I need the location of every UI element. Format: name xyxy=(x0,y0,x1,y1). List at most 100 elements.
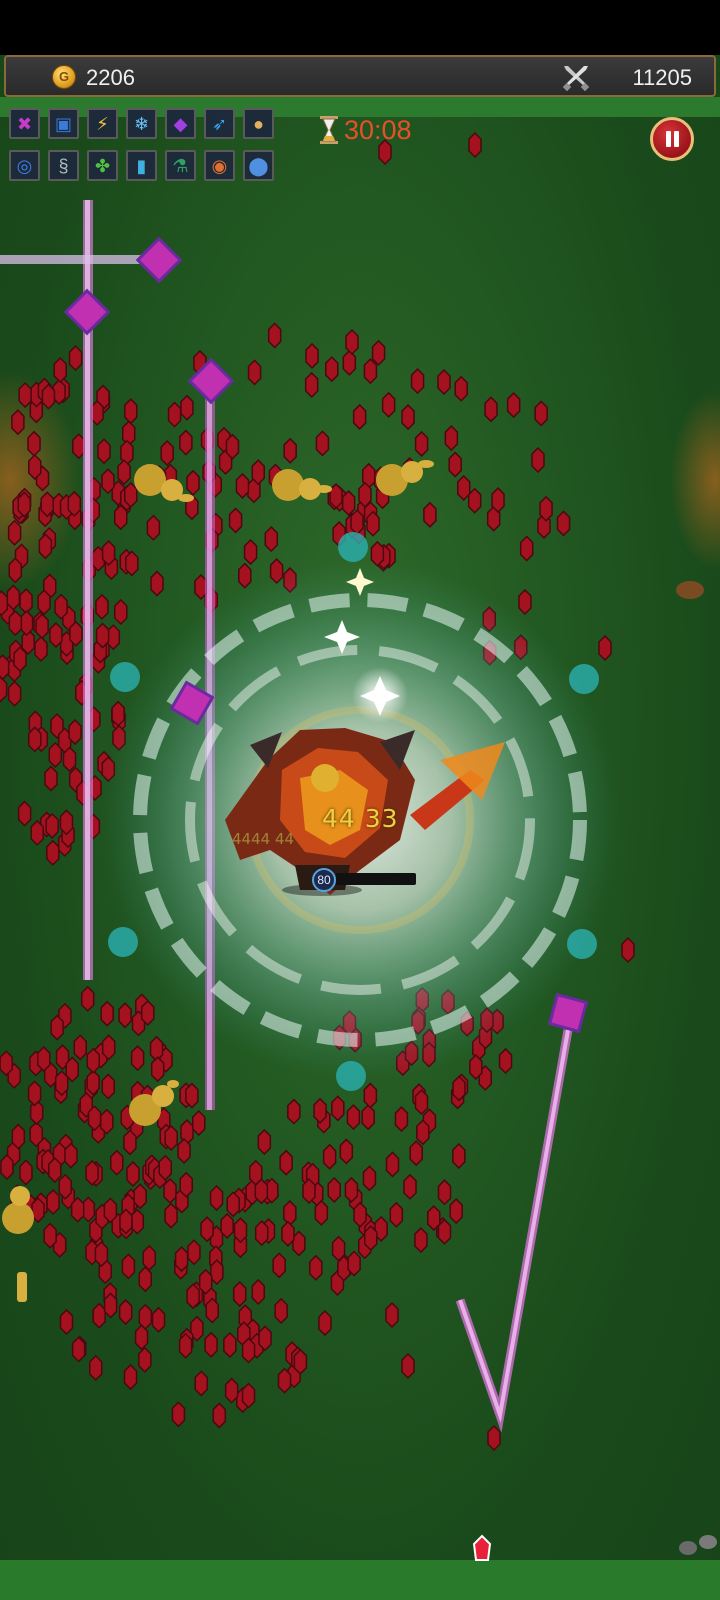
crossed-arrows-skill-icon: ✖ xyxy=(9,108,40,139)
experience-gem xyxy=(0,676,8,703)
experience-gem xyxy=(138,1346,152,1373)
experience-gem xyxy=(49,622,63,649)
experience-gem xyxy=(48,741,63,768)
experience-gem xyxy=(133,1183,147,1210)
critter-enemy xyxy=(676,581,704,599)
experience-gem xyxy=(125,550,139,577)
experience-gem xyxy=(341,490,356,517)
player-health-bar xyxy=(336,873,416,885)
blue-potion-item-icon: ⬤ xyxy=(243,150,274,181)
experience-gem xyxy=(174,1246,189,1273)
experience-gem xyxy=(178,1332,193,1359)
experience-gem xyxy=(11,1123,26,1150)
experience-gem xyxy=(363,358,378,385)
rock xyxy=(699,1535,717,1549)
experience-gem xyxy=(64,1142,78,1169)
experience-gem xyxy=(150,570,164,597)
experience-gem xyxy=(101,1073,115,1100)
experience-gem xyxy=(556,510,571,537)
experience-gem xyxy=(7,519,22,546)
experience-gem xyxy=(598,634,612,662)
magic-beam-bottom xyxy=(455,1029,573,1433)
hourglass-icon xyxy=(320,116,338,144)
experience-gem xyxy=(124,398,138,425)
fire-ring-item-icon: ◉ xyxy=(204,150,235,181)
experience-gem xyxy=(364,1224,378,1252)
experience-gem xyxy=(381,391,396,418)
gold-bar-pickup xyxy=(17,1272,27,1302)
serpent-item-icon: § xyxy=(48,150,79,181)
experience-gem xyxy=(467,487,482,514)
experience-gem xyxy=(484,396,498,423)
experience-gem xyxy=(362,1165,377,1192)
pause-button[interactable] xyxy=(650,117,694,161)
experience-gem xyxy=(223,1331,237,1359)
experience-gem xyxy=(225,433,240,460)
experience-gem xyxy=(45,812,59,839)
experience-gem xyxy=(123,1129,137,1156)
experience-gem xyxy=(164,1124,178,1151)
experience-gem xyxy=(117,459,131,486)
experience-gem xyxy=(371,339,386,366)
experience-gem xyxy=(448,451,462,478)
experience-gem xyxy=(70,1196,85,1223)
red-gem-pickup xyxy=(472,1534,492,1561)
ice-wing-skill-icon: ➶ xyxy=(204,108,235,139)
experience-gem xyxy=(123,481,138,509)
experience-gem xyxy=(272,1252,286,1279)
experience-gem xyxy=(101,1034,116,1061)
experience-gem xyxy=(352,403,367,431)
experience-gem xyxy=(167,401,182,428)
experience-gem xyxy=(212,1402,227,1429)
experience-gem xyxy=(186,1283,200,1310)
experience-gem xyxy=(363,1082,378,1109)
experience-gem xyxy=(160,439,174,467)
experience-gem xyxy=(99,1108,114,1135)
experience-gem xyxy=(258,1325,272,1352)
experience-gem xyxy=(95,622,110,649)
experience-gem xyxy=(130,1045,145,1072)
experience-gem xyxy=(220,1212,234,1239)
rock xyxy=(679,1541,697,1555)
experience-gem xyxy=(353,1201,367,1228)
experience-gem xyxy=(235,472,250,499)
resource-bar: G 2206 11205 xyxy=(4,55,716,97)
survival-timer: 30:08 xyxy=(344,115,412,145)
experience-gem xyxy=(394,1105,409,1133)
blue-scroll-item-icon: ▮ xyxy=(126,150,157,181)
experience-gem xyxy=(187,1239,201,1266)
experience-gem xyxy=(224,1377,239,1404)
experience-gem xyxy=(118,1002,132,1029)
experience-gem xyxy=(283,1199,297,1227)
experience-gem xyxy=(416,1119,430,1146)
experience-gem xyxy=(19,588,33,615)
experience-gem xyxy=(444,425,459,452)
experience-gem xyxy=(313,1097,327,1124)
experience-gem xyxy=(309,1254,323,1281)
experience-gem xyxy=(414,1226,428,1254)
experience-gem xyxy=(118,1299,133,1326)
pause-icon xyxy=(674,131,679,147)
experience-gem xyxy=(138,1303,153,1330)
experience-gem xyxy=(621,936,635,964)
experience-gem xyxy=(50,1014,64,1041)
experience-gem xyxy=(163,1177,177,1204)
experience-gem xyxy=(0,1153,14,1181)
experience-gem xyxy=(7,680,22,707)
experience-gem xyxy=(186,469,200,496)
experience-gem xyxy=(414,1089,429,1116)
experience-gem xyxy=(452,1075,466,1102)
experience-gem xyxy=(361,1104,375,1131)
experience-gem xyxy=(401,404,415,431)
experience-gem xyxy=(40,491,55,518)
experience-gem xyxy=(11,409,25,436)
experience-gem xyxy=(113,504,128,531)
experience-gem xyxy=(0,1050,13,1077)
experience-gem xyxy=(366,510,380,537)
experience-gem xyxy=(180,394,194,421)
experience-gem xyxy=(13,646,27,673)
experience-gem xyxy=(498,1047,513,1075)
experience-gem xyxy=(53,356,67,384)
experience-gem xyxy=(149,1035,164,1062)
experience-gem xyxy=(86,1047,101,1074)
